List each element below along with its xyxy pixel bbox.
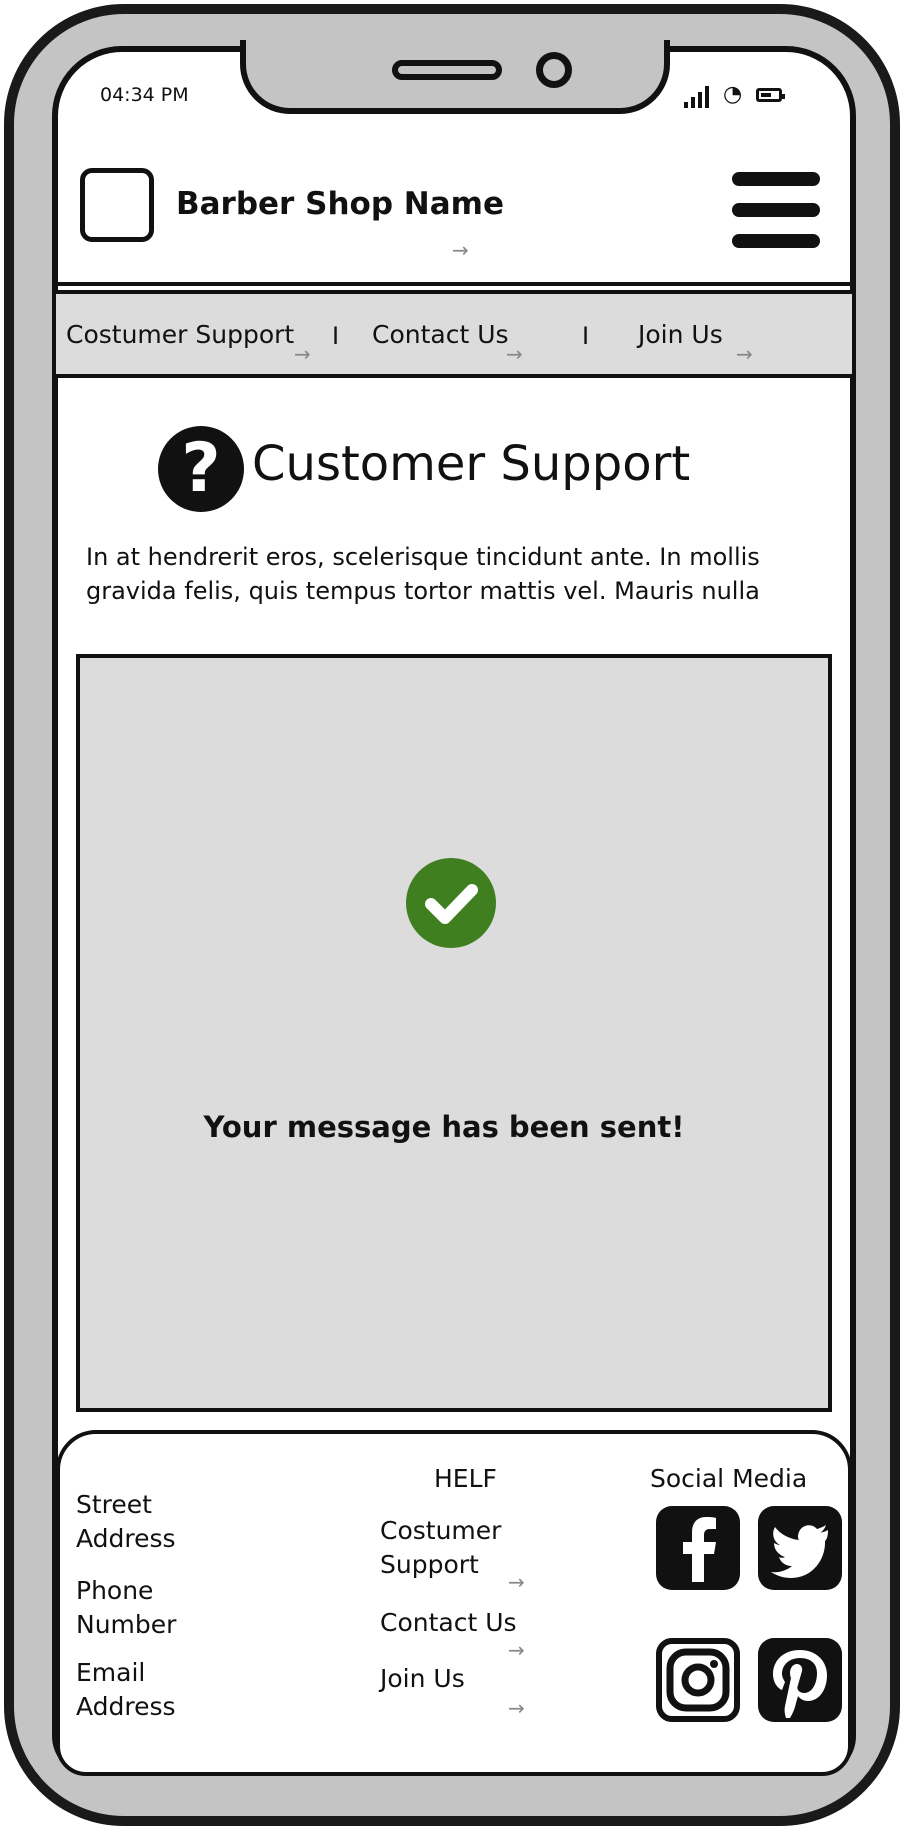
- top-nav: Costumer Support → I Contact Us → I Join…: [56, 290, 852, 378]
- street-address: Street Address: [76, 1490, 176, 1553]
- nav-item-contact-us[interactable]: Contact Us: [372, 320, 509, 349]
- nav-separator: I: [582, 322, 590, 350]
- success-message: Your message has been sent!: [203, 1110, 685, 1144]
- link-arrow-icon: →: [506, 342, 523, 366]
- hamburger-menu-icon[interactable]: [732, 172, 820, 248]
- front-camera: [536, 52, 572, 88]
- logo-placeholder[interactable]: [80, 168, 154, 242]
- link-arrow-icon: →: [508, 1638, 525, 1662]
- instagram-icon[interactable]: [656, 1638, 740, 1722]
- footer-link-costumer-support[interactable]: Costumer Support: [380, 1514, 501, 1582]
- footer-link-contact-us[interactable]: Contact Us: [380, 1606, 517, 1640]
- phone-notch: [240, 40, 670, 114]
- phone-number: Phone Number: [76, 1576, 177, 1639]
- pinterest-icon[interactable]: [758, 1638, 842, 1722]
- confirmation-panel: Your message has been sent!: [76, 654, 832, 1412]
- nav-separator: I: [332, 322, 340, 350]
- signal-icon: [684, 82, 709, 108]
- wifi-icon: ◔: [723, 82, 743, 107]
- link-arrow-icon: →: [508, 1570, 525, 1594]
- status-time: 04:34 PM: [100, 84, 189, 106]
- help-heading: HELF: [434, 1464, 497, 1493]
- question-icon: ?: [158, 426, 244, 512]
- battery-icon: [756, 88, 786, 102]
- social-media-heading: Social Media: [650, 1464, 808, 1493]
- link-arrow-icon: →: [294, 342, 311, 366]
- link-arrow-icon: →: [508, 1696, 525, 1720]
- nav-item-costumer-support[interactable]: Costumer Support: [66, 320, 294, 349]
- link-arrow-icon: →: [452, 238, 469, 262]
- nav-item-join-us[interactable]: Join Us: [638, 320, 723, 349]
- email-address: Email Address: [76, 1658, 176, 1721]
- speaker-grille: [392, 60, 502, 80]
- facebook-icon[interactable]: [656, 1506, 740, 1590]
- intro-text: In at hendrerit eros, scelerisque tincid…: [86, 543, 760, 605]
- status-icons: ◔: [684, 82, 786, 108]
- site-header: Barber Shop Name →: [56, 120, 852, 286]
- footer-link-join-us[interactable]: Join Us: [380, 1662, 465, 1696]
- page-title: Customer Support: [252, 436, 691, 492]
- site-footer: Street Address Phone Number Email Address H…: [56, 1430, 852, 1776]
- shop-name[interactable]: Barber Shop Name: [176, 186, 504, 222]
- link-arrow-icon: →: [736, 342, 753, 366]
- check-circle-icon: [406, 858, 496, 948]
- twitter-icon[interactable]: [758, 1506, 842, 1590]
